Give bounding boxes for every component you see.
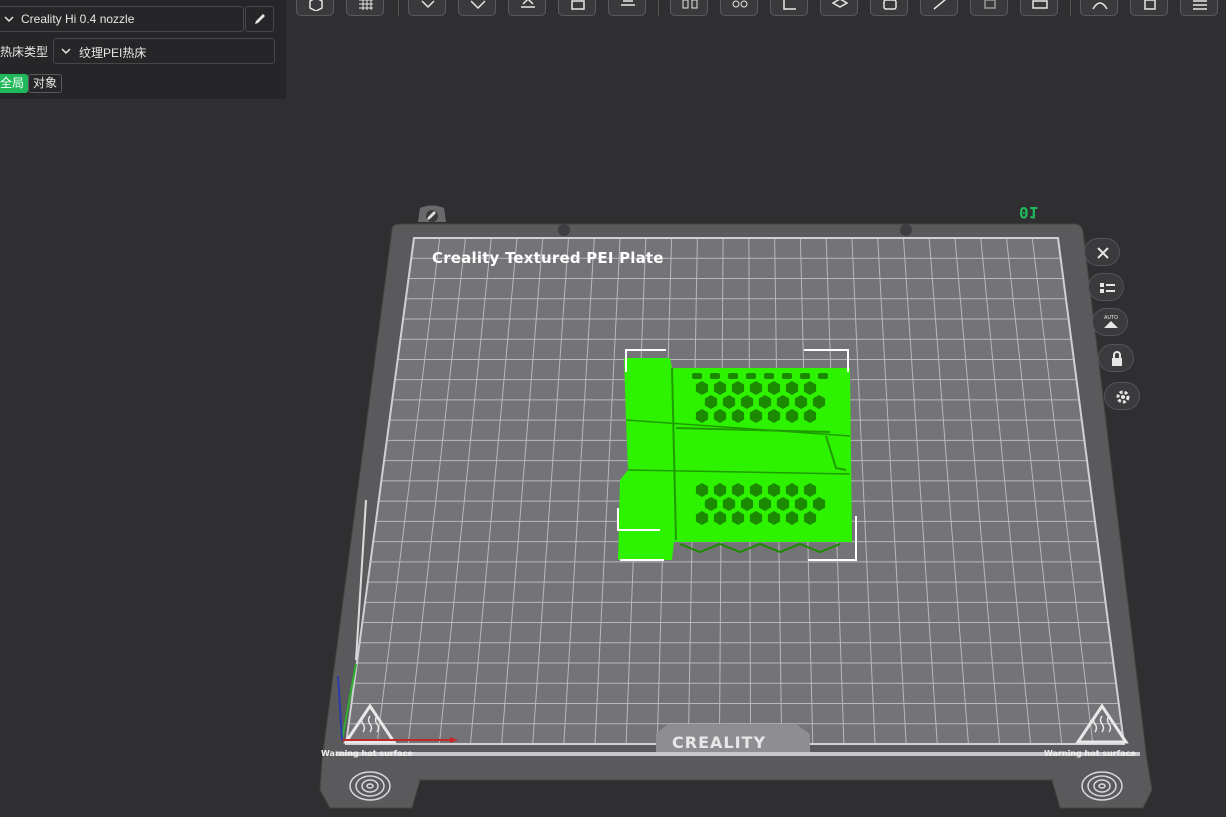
lock-plate-button[interactable] — [1098, 344, 1134, 372]
plate-list-button[interactable] — [1088, 273, 1124, 301]
settings-panel: Creality Hi 0.4 nozzle 热床类型 纹理PEI热床 全局 对… — [0, 0, 286, 99]
gear-icon — [1116, 390, 1130, 404]
layer-paint-button[interactable] — [508, 0, 546, 16]
split-icon — [571, 0, 585, 10]
brackets-icon — [682, 0, 698, 9]
edit-printer-button[interactable] — [245, 6, 274, 32]
auto-arrange-button[interactable]: AUTO — [1092, 308, 1128, 336]
support-button[interactable] — [720, 0, 758, 16]
printer-select[interactable]: Creality Hi 0.4 nozzle — [0, 6, 244, 32]
tab-global[interactable]: 全局 — [0, 74, 28, 93]
plate-settings-button[interactable] — [1104, 382, 1140, 410]
support-icon — [732, 0, 748, 8]
printer-name: Creality Hi 0.4 nozzle — [21, 12, 135, 26]
chevron-down-icon — [4, 16, 14, 23]
build-plate-scene[interactable] — [0, 0, 1226, 817]
dimension-button[interactable] — [770, 0, 808, 16]
download-icon — [421, 0, 435, 9]
square-button[interactable] — [970, 0, 1008, 16]
camera-icon — [883, 0, 897, 10]
warning-label-left: Warning hot surface — [321, 749, 413, 758]
cut-button[interactable] — [920, 0, 958, 16]
list-icon — [1100, 283, 1115, 293]
arch-button[interactable] — [1080, 0, 1118, 16]
pencil-icon — [255, 14, 265, 24]
cut-icon — [933, 0, 946, 10]
camera-button[interactable] — [870, 0, 908, 16]
export-icon — [1144, 0, 1156, 10]
dimension-icon — [783, 0, 796, 10]
chevron-down-icon — [61, 48, 71, 55]
bed-type-label: 热床类型 — [0, 45, 49, 59]
slice-button[interactable] — [608, 0, 646, 16]
layers-button[interactable] — [820, 0, 858, 16]
top-toolbar — [286, 0, 1226, 22]
split-button[interactable] — [558, 0, 596, 16]
import-button[interactable] — [408, 0, 446, 16]
cube-icon — [309, 0, 323, 11]
frame-icon — [1032, 0, 1048, 9]
bed-type-value: 纹理PEI热床 — [79, 46, 147, 60]
brackets-button[interactable] — [670, 0, 708, 16]
svg-text:AUTO: AUTO — [1104, 315, 1118, 321]
grid-button[interactable] — [346, 0, 384, 16]
layer-paint-icon — [521, 0, 535, 8]
view-cube-button[interactable] — [296, 0, 334, 16]
square-icon — [984, 0, 996, 9]
tab-object[interactable]: 对象 — [28, 74, 62, 93]
arch-icon — [1092, 2, 1108, 10]
export-button[interactable] — [1130, 0, 1168, 16]
lock-icon — [1112, 351, 1122, 366]
layers-icon — [831, 0, 849, 8]
menu-icon — [1193, 0, 1207, 10]
grid-icon — [359, 0, 373, 10]
close-plate-button[interactable] — [1084, 238, 1120, 266]
edit-plate-icon[interactable] — [425, 209, 439, 223]
auto-arrange-icon: AUTO — [1104, 315, 1118, 328]
diamond-icon — [470, 0, 486, 10]
model-object[interactable] — [617, 349, 857, 561]
bed-type-select[interactable]: 纹理PEI热床 — [53, 38, 275, 64]
slice-icon — [621, 0, 635, 6]
viewport: Creality Textured PEI Plate CREALITY War… — [0, 0, 1226, 817]
menu-button[interactable] — [1180, 0, 1218, 16]
plate-number: 01 — [1019, 203, 1039, 222]
warning-label-right: Warning hot surface — [1044, 749, 1136, 758]
orient-button[interactable] — [458, 0, 496, 16]
plate-title: Creality Textured PEI Plate — [432, 249, 664, 267]
close-icon — [1097, 247, 1109, 259]
plate-brand: CREALITY — [672, 733, 767, 752]
frame-button[interactable] — [1020, 0, 1058, 16]
